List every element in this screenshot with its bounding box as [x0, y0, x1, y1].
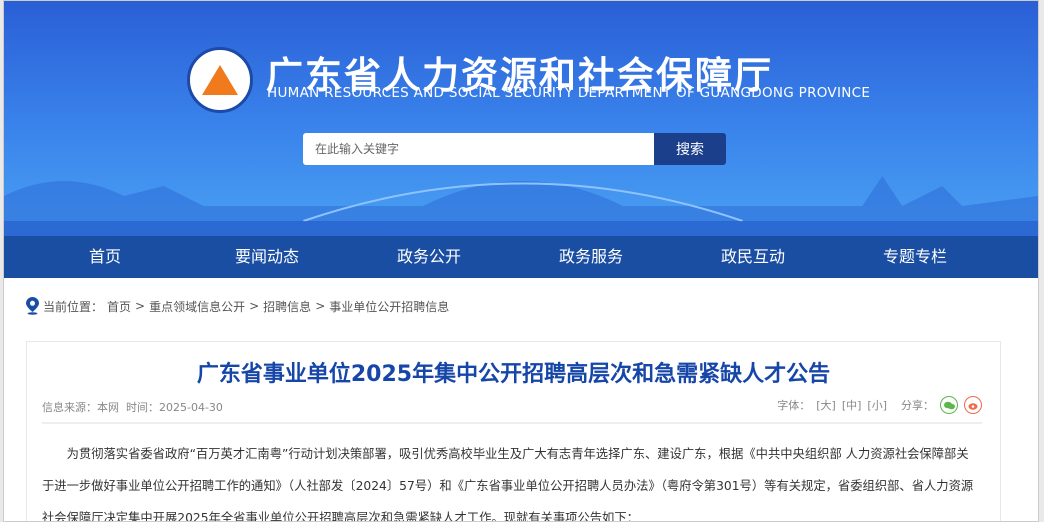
- breadcrumb-separator: >: [249, 299, 260, 313]
- breadcrumb-recruitment[interactable]: 招聘信息: [263, 298, 311, 315]
- nav-topics[interactable]: 专题专栏: [834, 236, 996, 278]
- font-small-button[interactable]: [小]: [867, 397, 887, 413]
- wechat-share-icon[interactable]: [940, 396, 958, 414]
- page: 广东省人力资源和社会保障厅 HUMAN RESOURCES AND SOCIAL…: [3, 0, 1039, 522]
- nav-interaction[interactable]: 政民互动: [672, 236, 834, 278]
- font-medium-button[interactable]: [中]: [842, 397, 862, 413]
- article-source: 信息来源：本网: [42, 401, 119, 414]
- header-banner: 广东省人力资源和社会保障厅 HUMAN RESOURCES AND SOCIAL…: [4, 1, 1038, 236]
- font-size-label: 字体：: [777, 399, 811, 412]
- breadcrumb-separator: >: [135, 299, 146, 313]
- article-time: 时间：2025-04-30: [126, 401, 223, 414]
- breadcrumb-home[interactable]: 首页: [107, 298, 131, 315]
- search-button[interactable]: 搜索: [654, 133, 726, 165]
- article-tools: 字体： [大] [中] [小] 分享：: [777, 396, 982, 414]
- breadcrumb-key-info[interactable]: 重点领域信息公开: [149, 298, 245, 315]
- city-skyline-illustration: [4, 176, 1038, 236]
- breadcrumb-label: 当前位置：: [43, 299, 104, 314]
- article-title: 广东省事业单位2025年集中公开招聘高层次和急需紧缺人才公告: [196, 362, 831, 387]
- nav-home[interactable]: 首页: [24, 236, 186, 278]
- department-logo[interactable]: [187, 47, 253, 113]
- breadcrumb: 当前位置： 首页 > 重点领域信息公开 > 招聘信息 > 事业单位公开招聘信息: [26, 297, 449, 315]
- site-subtitle: HUMAN RESOURCES AND SOCIAL SECURITY DEPA…: [267, 85, 871, 101]
- main-nav: 首页 要闻动态 政务公开 政务服务 政民互动 专题专栏: [4, 236, 1038, 278]
- share-label: 分享：: [901, 399, 934, 412]
- breadcrumb-separator: >: [315, 299, 326, 313]
- divider: [42, 422, 982, 424]
- font-large-button[interactable]: [大]: [816, 397, 836, 413]
- search-input[interactable]: [303, 133, 654, 165]
- article-card: 广东省事业单位2025年集中公开招聘高层次和急需紧缺人才公告 信息来源：本网 时…: [26, 341, 1001, 522]
- location-pin-icon: [26, 297, 39, 315]
- nav-news[interactable]: 要闻动态: [186, 236, 348, 278]
- article-meta: 信息来源：本网 时间：2025-04-30: [42, 399, 223, 415]
- nav-gov-info[interactable]: 政务公开: [348, 236, 510, 278]
- weibo-share-icon[interactable]: [964, 396, 982, 414]
- article-body: 为贯彻落实省委省政府“百万英才汇南粤”行动计划决策部署，吸引优秀高校毕业生及广大…: [42, 447, 974, 522]
- breadcrumb-current[interactable]: 事业单位公开招聘信息: [329, 298, 449, 315]
- nav-services[interactable]: 政务服务: [510, 236, 672, 278]
